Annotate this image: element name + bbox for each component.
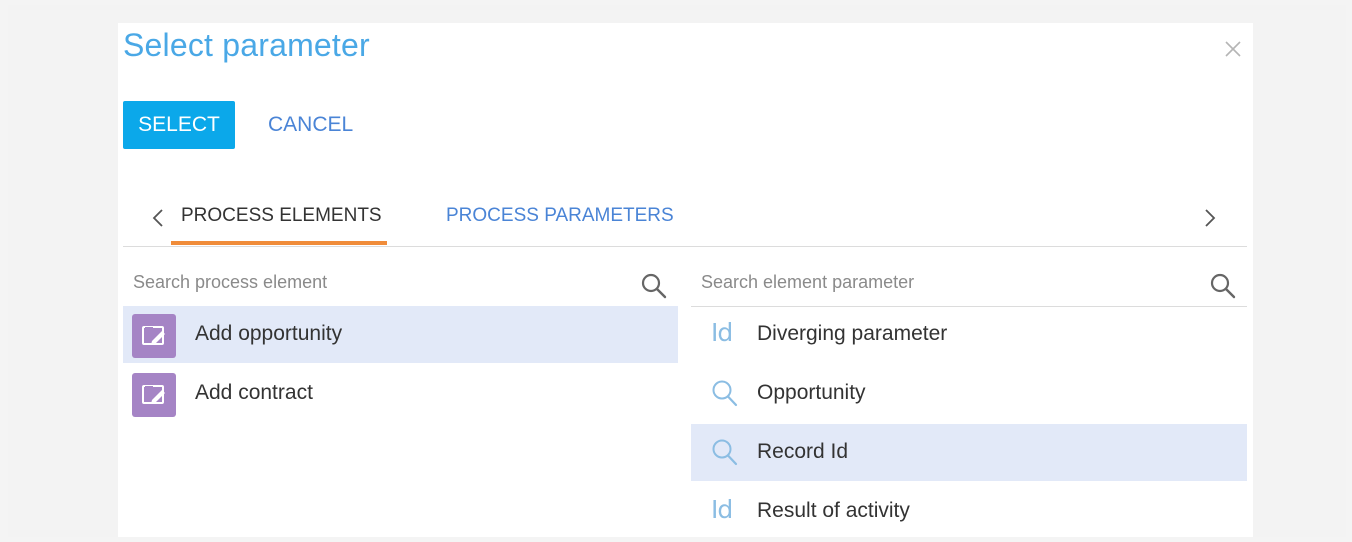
list-item[interactable]: Add contract — [123, 365, 678, 422]
list-item[interactable]: Record Id — [691, 424, 1247, 481]
list-item[interactable]: Add opportunity — [123, 306, 678, 363]
element-parameter-search-input[interactable] — [699, 266, 1183, 298]
list-item-label: Opportunity — [757, 381, 866, 404]
tab-process-elements[interactable]: PROCESS ELEMENTS — [181, 205, 382, 227]
element-parameter-list: Id Diverging parameter Opportunity Recor… — [691, 306, 1247, 537]
process-element-search-input[interactable] — [131, 266, 615, 298]
edit-page-icon — [132, 373, 176, 417]
edit-page-icon — [132, 314, 176, 358]
lookup-icon — [712, 439, 738, 466]
tab-bar: PROCESS ELEMENTS PROCESS PARAMETERS — [123, 193, 1247, 247]
list-item-label: Record Id — [757, 440, 849, 463]
id-icon: Id — [711, 495, 733, 524]
tab-process-parameters[interactable]: PROCESS PARAMETERS — [446, 205, 674, 227]
search-icon[interactable] — [640, 272, 668, 300]
element-parameter-search — [691, 258, 1247, 307]
select-parameter-dialog: Select parameter SELECT CANCEL PROCESS E… — [118, 23, 1253, 537]
chevron-right-icon[interactable] — [1203, 206, 1217, 230]
chevron-left-icon[interactable] — [151, 206, 165, 230]
list-item[interactable]: Id Diverging parameter — [691, 306, 1247, 363]
active-tab-indicator — [171, 241, 387, 245]
id-icon: Id — [711, 318, 733, 347]
list-item[interactable]: Id Result of activity — [691, 483, 1247, 537]
dialog-title: Select parameter — [123, 27, 370, 63]
list-item-label: Diverging parameter — [757, 322, 948, 345]
list-item-label: Add opportunity — [195, 322, 343, 345]
close-icon[interactable] — [1223, 39, 1243, 59]
list-item-label: Result of activity — [757, 499, 910, 522]
list-item-label: Add contract — [195, 381, 313, 404]
select-button[interactable]: SELECT — [123, 101, 235, 149]
process-element-list: Add opportunity Add contract — [123, 306, 678, 424]
search-icon[interactable] — [1209, 272, 1237, 300]
lookup-icon — [712, 380, 738, 407]
cancel-button[interactable]: CANCEL — [255, 101, 366, 149]
process-element-search — [123, 258, 678, 307]
background-frame: Select parameter SELECT CANCEL PROCESS E… — [8, 5, 1346, 537]
list-item[interactable]: Opportunity — [691, 365, 1247, 422]
